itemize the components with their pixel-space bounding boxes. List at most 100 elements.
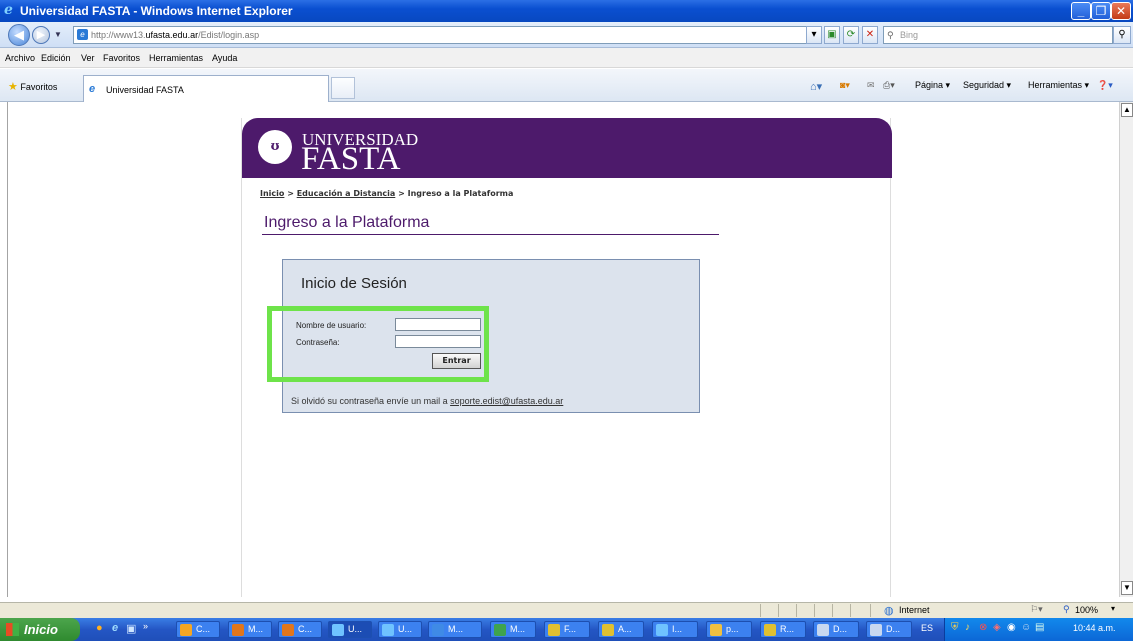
tray-shield-icon[interactable]: ⛨	[951, 622, 959, 633]
start-button[interactable]: Inicio	[0, 618, 80, 641]
feeds-icon[interactable]: ◙▾	[840, 80, 850, 91]
breadcrumb-current: Ingreso a la Plataforma	[407, 189, 514, 198]
page-viewport: ʊ UNIVERSIDAD FASTA Inicio > Educación a…	[7, 102, 1118, 597]
mail-icon[interactable]: ✉	[867, 80, 875, 91]
menu-edicion[interactable]: Edición	[41, 53, 71, 63]
security-zone-label: Internet	[899, 605, 930, 615]
close-window-button[interactable]: ✕	[1111, 2, 1131, 20]
breadcrumb-educacion-link[interactable]: Educación a Distancia	[297, 189, 396, 198]
tray-display-icon[interactable]: ▤	[1035, 622, 1044, 633]
taskbar-item[interactable]: M...	[428, 621, 482, 638]
tab-universidad-fasta[interactable]: e Universidad FASTA	[83, 75, 329, 102]
language-indicator[interactable]: ES	[921, 623, 933, 633]
page-menu[interactable]: Página ▾	[915, 80, 950, 91]
taskbar-item[interactable]: D...	[813, 621, 859, 638]
window-title: Universidad FASTA - Windows Internet Exp…	[20, 4, 293, 18]
windows-logo-icon	[6, 623, 19, 636]
favorites-button[interactable]: ★ Favoritos	[8, 80, 57, 93]
scroll-down-icon[interactable]: ▼	[1121, 581, 1133, 595]
zoom-dropdown-icon[interactable]: ▾	[1111, 604, 1115, 613]
tray-messenger-icon[interactable]: ☺	[1021, 622, 1031, 633]
title-divider	[262, 234, 719, 235]
menu-ayuda[interactable]: Ayuda	[212, 53, 237, 63]
taskbar-item[interactable]: C...	[278, 621, 322, 638]
site-header: ʊ UNIVERSIDAD FASTA	[242, 118, 892, 178]
url-prefix: http://www13.	[91, 30, 146, 40]
page-title: Ingreso a la Plataforma	[264, 214, 430, 231]
taskbar-item[interactable]: R...	[760, 621, 806, 638]
taskbar-item[interactable]: C...	[176, 621, 220, 638]
home-icon[interactable]: ⌂▾	[810, 80, 822, 93]
taskbar-item[interactable]: U...	[378, 621, 422, 638]
breadcrumb: Inicio > Educación a Distancia > Ingreso…	[260, 189, 513, 198]
forward-button[interactable]: ▶	[32, 26, 50, 44]
taskbar-item[interactable]: M...	[228, 621, 272, 638]
tray-alert-icon[interactable]: ⊗	[979, 622, 987, 633]
tab-label: Universidad FASTA	[106, 85, 184, 95]
compatibility-view-button[interactable]: ▣	[824, 26, 840, 44]
new-tab-button[interactable]	[331, 77, 355, 99]
vertical-scrollbar[interactable]: ▲ ▼	[1119, 102, 1133, 597]
minimize-button[interactable]: _	[1071, 2, 1091, 20]
menu-herramientas[interactable]: Herramientas	[149, 53, 203, 63]
quicklaunch-more-icon[interactable]: »	[143, 621, 148, 631]
menu-ver[interactable]: Ver	[81, 53, 95, 63]
quicklaunch-desktop-icon[interactable]: ▣	[126, 622, 136, 635]
taskbar-item[interactable]: p...	[706, 621, 752, 638]
protected-mode-icon[interactable]: ⚐▾	[1030, 604, 1043, 615]
ie-logo-icon: e	[4, 2, 13, 18]
login-heading: Inicio de Sesión	[301, 275, 407, 292]
refresh-icon[interactable]: ⟳	[843, 26, 859, 44]
maximize-button[interactable]: ❐	[1091, 2, 1111, 20]
menu-favoritos[interactable]: Favoritos	[103, 53, 140, 63]
support-email-link[interactable]: soporte.edist@ufasta.edu.ar	[450, 396, 563, 406]
clock[interactable]: 10:44 a.m.	[1073, 623, 1116, 633]
search-button[interactable]: ⚲	[1113, 26, 1131, 44]
taskbar-item[interactable]: A...	[598, 621, 644, 638]
breadcrumb-separator: >	[395, 189, 408, 198]
menu-bar: Archivo Edición Ver Favoritos Herramient…	[0, 48, 1133, 68]
taskbar-item[interactable]: M...	[490, 621, 536, 638]
url-host: ufasta.edu.ar	[145, 30, 199, 40]
search-placeholder: Bing	[900, 30, 919, 40]
window-titlebar: e Universidad FASTA - Windows Internet E…	[0, 0, 1133, 22]
favorites-label: Favoritos	[20, 82, 58, 92]
taskbar-item[interactable]: I...	[652, 621, 698, 638]
security-menu[interactable]: Seguridad ▾	[963, 80, 1011, 91]
zoom-icon: ⚲	[1063, 604, 1070, 614]
tools-menu[interactable]: Herramientas ▾	[1028, 80, 1089, 91]
stop-icon[interactable]: ✕	[862, 26, 878, 44]
recent-pages-dropdown-icon[interactable]: ▼	[54, 30, 62, 39]
taskbar-item[interactable]: F...	[544, 621, 590, 638]
taskbar: Inicio ● e ▣ » C... M... C... U... U... …	[0, 618, 1133, 641]
tray-app-icon[interactable]: ◉	[1007, 622, 1016, 633]
credentials-highlight-box	[267, 306, 489, 382]
help-icon[interactable]: ❓▾	[1097, 80, 1113, 91]
zoom-level[interactable]: 100%	[1075, 605, 1098, 615]
back-button[interactable]: ◀	[8, 24, 30, 46]
taskbar-item-active[interactable]: U...	[328, 621, 372, 638]
search-input[interactable]: ⚲ Bing	[883, 26, 1113, 44]
tab-favicon-icon: e	[89, 83, 96, 95]
breadcrumb-separator: >	[284, 189, 297, 198]
scroll-up-icon[interactable]: ▲	[1121, 103, 1133, 117]
address-dropdown-button[interactable]: ▾	[806, 26, 822, 44]
logo-fasta: FASTA	[301, 141, 401, 177]
breadcrumb-inicio-link[interactable]: Inicio	[260, 189, 284, 198]
tray-volume-icon[interactable]: ♪	[965, 622, 970, 633]
address-input[interactable]: e http://www13.ufasta.edu.ar/Edist/login…	[73, 26, 818, 44]
url-path: /Edist/login.asp	[198, 30, 260, 40]
print-icon[interactable]: ⎙▾	[883, 80, 895, 91]
tray-network-icon[interactable]: ◈	[993, 622, 1001, 633]
favorites-bar: ★ Favoritos e Universidad FASTA ⌂▾ ◙▾ ✉ …	[0, 69, 1133, 102]
search-provider-icon: ⚲	[887, 30, 894, 40]
quicklaunch-firefox-icon[interactable]: ●	[96, 622, 103, 634]
page-favicon-icon: e	[77, 29, 88, 40]
address-toolbar: ◀ ▶ ▼ e http://www13.ufasta.edu.ar/Edist…	[0, 22, 1133, 48]
menu-archivo[interactable]: Archivo	[5, 53, 35, 63]
quicklaunch-ie-icon[interactable]: e	[112, 622, 118, 634]
forgot-password-text: Si olvidó su contraseña envíe un mail a …	[291, 396, 563, 406]
start-label: Inicio	[24, 622, 58, 637]
taskbar-item[interactable]: D...	[866, 621, 912, 638]
star-icon: ★	[8, 81, 18, 93]
